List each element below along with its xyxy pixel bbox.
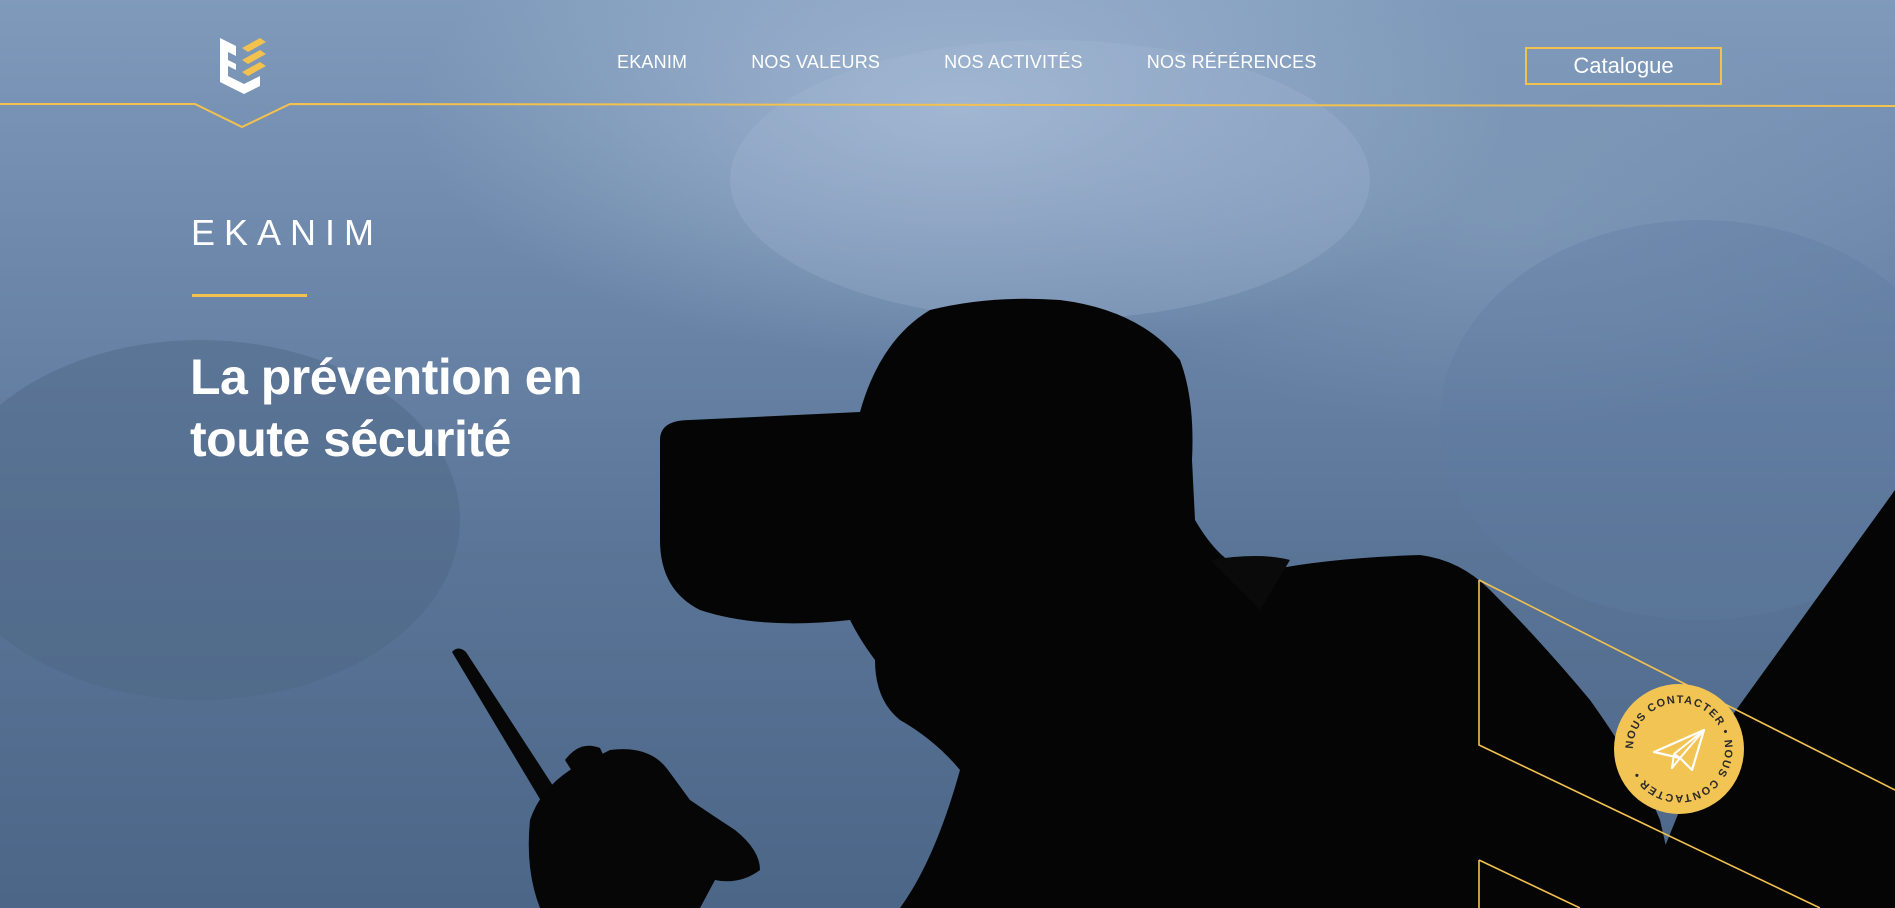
tagline-line-1: La prévention en bbox=[190, 349, 583, 405]
contact-badge-button[interactable]: NOUS CONTACTER • NOUS CONTACTER • bbox=[1614, 684, 1744, 814]
hero-tagline: La prévention en toute sécurité bbox=[190, 346, 710, 470]
title-underline bbox=[192, 294, 307, 297]
tagline-line-2: toute sécurité bbox=[190, 411, 511, 467]
nav-item-nos-activites[interactable]: NOS ACTIVITÉS bbox=[944, 52, 1083, 73]
catalogue-button[interactable]: Catalogue bbox=[1525, 47, 1722, 85]
nav-item-nos-valeurs[interactable]: NOS VALEURS bbox=[751, 52, 880, 73]
ekanim-logo[interactable] bbox=[216, 36, 270, 96]
contact-badge-graphic: NOUS CONTACTER • NOUS CONTACTER • bbox=[1624, 694, 1733, 804]
site-header: EKANIM NOS VALEURS NOS ACTIVITÉS NOS RÉF… bbox=[0, 0, 1895, 130]
main-nav: EKANIM NOS VALEURS NOS ACTIVITÉS NOS RÉF… bbox=[617, 52, 1317, 73]
logo-mark-icon bbox=[220, 38, 266, 94]
brand-title: EKANIM bbox=[191, 212, 384, 253]
paper-plane-icon bbox=[1652, 728, 1706, 772]
nav-item-ekanim[interactable]: EKANIM bbox=[617, 52, 687, 73]
nav-item-nos-references[interactable]: NOS RÉFÉRENCES bbox=[1147, 52, 1317, 73]
